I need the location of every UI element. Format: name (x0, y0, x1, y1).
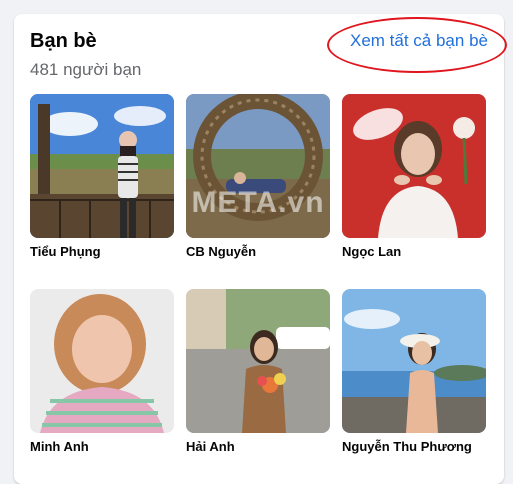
friend-card[interactable]: Tiểu Phụng (30, 94, 174, 259)
friend-photo-image (342, 94, 486, 238)
friend-photo[interactable]: META.vn (186, 94, 330, 238)
friend-photo-image (186, 289, 330, 433)
friend-photo[interactable] (30, 289, 174, 433)
friends-count: 481 người bạn (30, 60, 142, 79)
friend-photo[interactable] (30, 94, 174, 238)
see-all-friends-link[interactable]: Xem tất cả bạn bè (350, 31, 488, 51)
friend-name[interactable]: Nguyễn Thu Phương (342, 439, 486, 454)
friend-photo-image (30, 94, 174, 238)
friend-name[interactable]: CB Nguyễn (186, 244, 330, 259)
friend-card[interactable]: Hải Anh (186, 289, 330, 454)
photo-watermark: META.vn (191, 186, 325, 219)
section-title: Bạn bè (30, 30, 97, 52)
friends-card: Bạn bè 481 người bạn Xem tất cả bạn bè T… (14, 14, 507, 484)
friend-name[interactable]: Ngọc Lan (342, 244, 486, 259)
friend-name[interactable]: Minh Anh (30, 439, 174, 454)
friend-photo[interactable] (186, 289, 330, 433)
friend-card[interactable]: Minh Anh (30, 289, 174, 454)
friend-card[interactable]: META.vn CB Nguyễn (186, 94, 330, 259)
friend-photo[interactable] (342, 94, 486, 238)
friend-photo[interactable] (342, 289, 486, 433)
friend-name[interactable]: Tiểu Phụng (30, 244, 174, 259)
friend-card[interactable]: Ngọc Lan (342, 94, 486, 259)
friend-card[interactable]: Nguyễn Thu Phương (342, 289, 486, 454)
friend-photo-image (30, 289, 174, 433)
friend-name[interactable]: Hải Anh (186, 439, 330, 454)
friend-photo-image (342, 289, 486, 433)
